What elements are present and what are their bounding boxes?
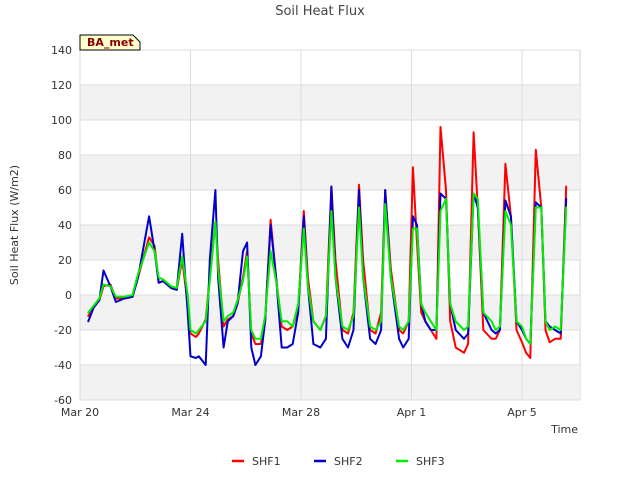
grid-band — [80, 295, 580, 330]
ba-met-badge: BA_met — [79, 34, 141, 51]
y-tick-label: 100 — [51, 114, 72, 127]
grid-band — [80, 85, 580, 120]
x-tick-label: Apr 5 — [507, 406, 537, 419]
x-tick-labels: Mar 20 Mar 24 Mar 28 Apr 1 Apr 5 — [61, 406, 537, 419]
x-tick-label: Mar 28 — [282, 406, 320, 419]
y-tick-label: -20 — [54, 324, 72, 337]
x-axis-label: Time — [550, 423, 578, 436]
y-tick-label: -40 — [54, 359, 72, 372]
y-axis-label: Soil Heat Flux (W/m2) — [8, 165, 21, 285]
legend-label-shf2: SHF2 — [334, 455, 363, 468]
y-tick-label: 140 — [51, 44, 72, 57]
x-tick-label: Mar 24 — [171, 406, 209, 419]
badge-text: BA_met — [87, 36, 134, 49]
soil-heat-flux-chart: Soil Heat Flux -60-40-200204060801001201… — [8, 4, 581, 468]
legend-label-shf1: SHF1 — [252, 455, 281, 468]
legend-label-shf3: SHF3 — [416, 455, 445, 468]
y-tick-label: 80 — [58, 149, 72, 162]
y-tick-label: 20 — [58, 254, 72, 267]
y-tick-labels: -60-40-20020406080100120140 — [51, 44, 72, 407]
grid-band — [80, 365, 580, 400]
x-tick-label: Apr 1 — [397, 406, 427, 419]
legend: SHF1 SHF2 SHF3 — [232, 455, 445, 468]
y-tick-label: 0 — [65, 289, 72, 302]
y-tick-label: 120 — [51, 79, 72, 92]
chart-title: Soil Heat Flux — [275, 4, 365, 19]
y-tick-label: 60 — [58, 184, 72, 197]
y-tick-label: 40 — [58, 219, 72, 232]
x-tick-label: Mar 20 — [61, 406, 99, 419]
